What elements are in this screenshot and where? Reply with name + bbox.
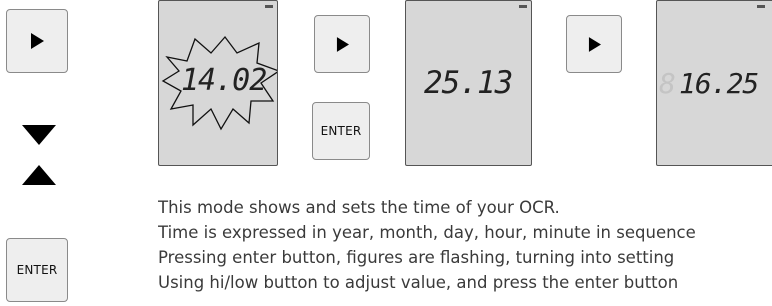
right-arrow-button[interactable]: [6, 9, 68, 73]
lcd-screen-1: 14.02: [158, 0, 278, 166]
lcd-digits-1: 14.02: [181, 63, 267, 98]
lcd-ghost-digit: 8: [659, 67, 676, 100]
next-button-1[interactable]: [314, 15, 370, 73]
sequence-enter-button[interactable]: ENTER: [312, 102, 370, 160]
play-right-icon: [31, 33, 44, 49]
up-arrow-icon[interactable]: [22, 165, 56, 185]
down-arrow-icon[interactable]: [22, 125, 56, 145]
play-right-icon: [336, 36, 349, 52]
description-line-2: Time is expressed in year, month, day, h…: [158, 223, 696, 242]
description-line-4: Using hi/low button to adjust value, and…: [158, 273, 679, 292]
next-button-2[interactable]: [566, 15, 622, 73]
enter-button-label: ENTER: [16, 263, 58, 277]
enter-button[interactable]: ENTER: [6, 238, 68, 302]
battery-indicator: [519, 5, 527, 8]
lcd-digits-2: 25.13: [424, 65, 513, 101]
lcd-digits-3: 16.25: [679, 67, 759, 100]
lcd-screen-3: 8 16.25: [656, 0, 772, 166]
description-line-3: Pressing enter button, figures are flash…: [158, 248, 675, 267]
sequence-enter-label: ENTER: [320, 124, 362, 138]
battery-indicator: [757, 5, 765, 8]
description-line-1: This mode shows and sets the time of you…: [158, 198, 560, 217]
lcd-screen-2: 25.13: [405, 0, 532, 166]
play-right-icon: [588, 36, 601, 52]
description-text: This mode shows and sets the time of you…: [158, 195, 772, 295]
